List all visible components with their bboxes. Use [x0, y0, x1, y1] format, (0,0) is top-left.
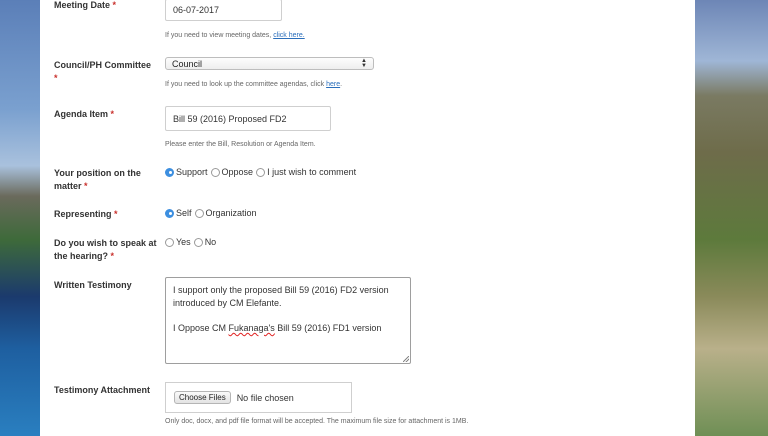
written-testimony-label: Written Testimony — [54, 280, 132, 290]
committee-help-text: If you need to look up the committee age… — [165, 81, 325, 88]
agenda-item-help: Please enter the Bill, Resolution or Age… — [165, 141, 316, 148]
testimony-line-1: I support only the proposed Bill 59 (201… — [173, 285, 389, 295]
required-mark: * — [114, 209, 118, 219]
option-label: Oppose — [221, 167, 254, 177]
meeting-date-input[interactable]: 06-07-2017 — [165, 0, 282, 21]
representing-option-self[interactable]: Self — [165, 208, 192, 218]
agenda-item-input[interactable]: Bill 59 (2016) Proposed FD2 — [165, 106, 331, 131]
committee-help-suffix: . — [340, 81, 343, 88]
position-label: Your position on the matter * — [54, 167, 164, 193]
radio-selected-icon[interactable] — [165, 208, 174, 218]
representing-radio-group: Self Organization — [165, 208, 260, 218]
option-label: No — [204, 237, 217, 247]
required-mark: * — [54, 73, 58, 83]
committee-label-text: Council/PH Committee — [54, 60, 152, 70]
attachment-file-input: Choose Files No file chosen — [165, 382, 352, 413]
agenda-item-value: Bill 59 (2016) Proposed FD2 — [173, 113, 287, 124]
representing-option-organization[interactable]: Organization — [194, 208, 257, 218]
resize-handle-icon[interactable] — [403, 356, 409, 362]
option-label: I just wish to comment — [267, 167, 357, 177]
choose-files-button[interactable]: Choose Files — [174, 391, 231, 404]
testimony-form: Meeting Date * 06-07-2017 If you need to… — [40, 0, 695, 436]
required-mark: * — [110, 251, 115, 261]
position-radio-group: Support Oppose I just wish to comment — [165, 167, 359, 177]
radio-icon[interactable] — [256, 167, 266, 177]
speak-option-no[interactable]: No — [193, 237, 217, 247]
radio-icon[interactable] — [165, 237, 174, 247]
agenda-item-label: Agenda Item * — [54, 108, 164, 121]
attachment-label: Testimony Attachment — [54, 385, 151, 395]
radio-icon[interactable] — [210, 167, 220, 177]
file-status: No file chosen — [236, 392, 294, 403]
background-scenery-right — [695, 0, 768, 436]
select-arrows-icon: ▲ ▼ — [361, 57, 367, 69]
meeting-date-value: 06-07-2017 — [173, 5, 220, 15]
testimony-line-3: I Oppose CM Fukanaga's Bill 59 (2016) FD… — [173, 322, 403, 335]
attachment-help: Only doc, docx, and pdf file format will… — [165, 418, 469, 425]
speak-option-yes[interactable]: Yes — [165, 237, 191, 247]
written-testimony-textarea[interactable]: I support only the proposed Bill 59 (201… — [165, 277, 411, 364]
committee-label: Council/PH Committee * — [54, 59, 164, 85]
testimony-line-3-prefix: I Oppose CM — [173, 323, 229, 333]
radio-icon[interactable] — [194, 208, 204, 218]
committee-help: If you need to look up the committee age… — [165, 81, 342, 88]
representing-label-text: Representing — [54, 209, 112, 219]
required-mark: * — [110, 109, 115, 119]
meeting-dates-link[interactable]: click here. — [273, 32, 305, 39]
committee-selected-value: Council — [172, 58, 203, 69]
position-label-line1: Your position on the — [54, 168, 141, 178]
required-mark: * — [112, 0, 117, 10]
speak-label-line2: the hearing? — [54, 251, 109, 261]
committee-select[interactable]: Council ▲ ▼ — [165, 57, 374, 70]
option-label: Organization — [205, 208, 257, 218]
radio-icon[interactable] — [193, 237, 203, 247]
meeting-date-help: If you need to view meeting dates, click… — [165, 32, 305, 39]
option-label: Support — [176, 167, 208, 177]
background-scenery-left — [0, 0, 40, 436]
option-label: Yes — [176, 237, 191, 247]
meeting-date-label: Meeting Date * — [54, 0, 164, 12]
speak-label: Do you wish to speak at the hearing? * — [54, 237, 164, 263]
committee-agendas-link[interactable]: here — [326, 81, 340, 88]
required-mark: * — [84, 181, 88, 191]
speak-label-line1: Do you wish to speak at — [54, 238, 157, 248]
position-option-oppose[interactable]: Oppose — [210, 167, 254, 177]
position-option-support[interactable]: Support — [165, 167, 208, 177]
position-option-comment[interactable]: I just wish to comment — [256, 167, 356, 177]
meeting-date-label-text: Meeting Date — [54, 0, 111, 10]
testimony-line-3-suffix: Bill 59 (2016) FD1 version — [274, 323, 382, 333]
speak-radio-group: Yes No — [165, 237, 219, 247]
agenda-item-label-text: Agenda Item — [54, 109, 109, 119]
representing-label: Representing * — [54, 208, 164, 221]
position-label-line2: matter — [54, 181, 82, 191]
misspelled-word: Fukanaga's — [228, 323, 275, 333]
meeting-date-help-text: If you need to view meeting dates, — [165, 32, 272, 39]
radio-selected-icon[interactable] — [165, 167, 174, 177]
option-label: Self — [176, 208, 192, 218]
testimony-line-2: introduced by CM Elefante. — [173, 298, 282, 308]
